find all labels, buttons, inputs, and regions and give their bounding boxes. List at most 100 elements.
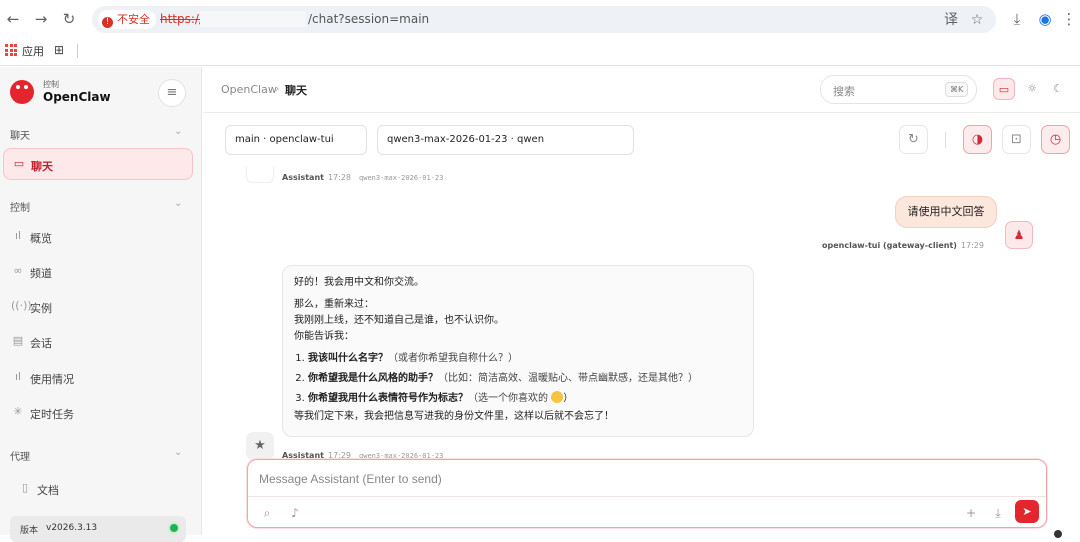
browser-menu-icon[interactable]: ⋮ — [1058, 8, 1080, 30]
history-button[interactable]: ◷ — [1041, 125, 1070, 154]
security-indicator[interactable]: ! 不安全 — [98, 10, 156, 29]
chat-icon: ▭ — [13, 157, 25, 170]
refresh-icon: ↻ — [908, 132, 919, 147]
moon-icon[interactable]: ☾ — [1047, 78, 1069, 100]
security-label: 不安全 — [117, 13, 150, 26]
focus-mode-button[interactable]: ⊡ — [1002, 125, 1031, 154]
clock-icon: ◷ — [1049, 132, 1062, 147]
sidebar-item-instances[interactable]: ((·)) 实例 — [3, 291, 193, 323]
url-path: /chat?session=main — [308, 12, 430, 26]
user-icon: ♟ — [1013, 228, 1025, 242]
refresh-button[interactable]: ↻ — [899, 125, 928, 154]
sidebar-item-docs[interactable]: ▯ 文档 — [10, 473, 200, 505]
monitor-icon[interactable]: ▭ — [993, 78, 1015, 100]
star-icon: ★ — [254, 438, 266, 453]
message-input[interactable] — [259, 471, 959, 487]
toolbar-divider — [945, 132, 946, 148]
section-chat[interactable]: 聊天 — [10, 127, 30, 142]
list-item: 你希望我用什么表情符号作为标志？（选一个你喜欢的 ） — [308, 389, 742, 409]
sidebar-item-label: 频道 — [30, 267, 52, 280]
sidebar-item-channels[interactable]: ∞ 频道 — [3, 256, 193, 288]
export-icon[interactable]: ⤓ — [988, 503, 1008, 523]
sidebar-item-usage[interactable]: ıl 使用情况 — [3, 362, 193, 394]
sun-icon[interactable]: ☼ — [1021, 78, 1043, 100]
sidebar: 控制 OpenClaw ≡ 聊天 ⌄ ▭ 聊天 控制 ⌄ ıl 概览 ∞ 频道 … — [0, 67, 202, 542]
sidebar-item-chat[interactable]: ▭ 聊天 — [3, 148, 193, 180]
version-label: 版本 — [20, 526, 39, 536]
bar-chart-icon: ıl — [14, 229, 22, 242]
version-badge: 版本 v2026.3.13 — [10, 516, 186, 542]
bookmark-star-icon[interactable]: ☆ — [966, 9, 988, 31]
sidebar-item-cron[interactable]: ✳ 定时任务 — [3, 397, 193, 429]
send-button[interactable]: ➤ — [1015, 500, 1039, 523]
section-agent[interactable]: 代理 — [10, 448, 30, 463]
status-online-dot — [170, 524, 178, 532]
document-icon: ▤ — [12, 334, 24, 347]
url-scheme: https:// — [160, 12, 204, 26]
sidebar-toggle-button[interactable]: ≡ — [158, 79, 186, 107]
user-message-bubble: 请使用中文回答 — [895, 196, 997, 228]
attach-icon[interactable]: ⌕ — [257, 503, 277, 523]
composer-divider — [248, 496, 1046, 497]
microphone-icon[interactable]: ♪ — [285, 503, 305, 523]
question-list: 我该叫什么名字？（或者你希望我自称什么？） 你希望我是什么风格的助手？（比如：简… — [308, 349, 742, 409]
message-paragraph: 等我们定下来，我会把信息写进我的身份文件里，这样以后就不会忘了！ — [294, 411, 614, 422]
user-avatar: ♟ — [1005, 221, 1033, 249]
session-select[interactable]: main · openclaw-tui — [225, 125, 367, 155]
forward-icon[interactable]: → — [30, 8, 52, 30]
smile-emoji-icon — [551, 391, 564, 403]
search-input[interactable]: 搜索 ⌘K — [820, 75, 977, 104]
book-icon: ▯ — [21, 481, 29, 494]
message-sender: openclaw-tui (gateway-client) — [822, 241, 957, 250]
message-paragraph: 你能告诉我： — [294, 331, 354, 342]
sidebar-item-label: 会话 — [30, 337, 52, 350]
reload-icon[interactable]: ↻ — [58, 8, 80, 30]
apps-bookmark[interactable]: 应用 — [22, 43, 44, 59]
chevron-down-icon[interactable]: ⌄ — [174, 447, 182, 458]
apps-grid-icon[interactable] — [5, 44, 17, 56]
message-meta: openclaw-tui (gateway-client) 17:29 — [822, 241, 984, 250]
chevron-down-icon[interactable]: ⌄ — [174, 126, 182, 137]
brand-name: OpenClaw — [43, 90, 111, 104]
message-paragraph: 那么，重新来过： — [294, 299, 374, 310]
message-model: qwen3-max-2026-01-23 — [359, 174, 444, 182]
address-bar[interactable]: ! 不安全 https:// /chat?session=main 译 ☆ — [92, 6, 996, 33]
download-icon[interactable]: ⤓ — [1006, 8, 1028, 30]
browser-chrome: ← → ↻ ! 不安全 https:// /chat?session=main 译… — [0, 0, 1080, 66]
sidebar-item-label: 概览 — [30, 232, 52, 245]
openclaw-logo-icon — [10, 80, 34, 104]
list-item-title: 我该叫什么名字？ — [308, 353, 388, 364]
send-icon: ➤ — [1022, 505, 1032, 518]
loader-icon: ✳ — [13, 405, 23, 418]
brand-subtitle: 控制 — [43, 80, 59, 89]
breadcrumb-root[interactable]: OpenClaw — [221, 83, 277, 96]
link-icon: ∞ — [13, 264, 23, 277]
tab-groups-icon[interactable]: ⊞ — [54, 43, 64, 57]
model-select[interactable]: qwen3-max-2026-01-23 · qwen — [377, 125, 634, 155]
sidebar-item-sessions[interactable]: ▤ 会话 — [3, 326, 193, 358]
translate-icon[interactable]: 译 — [940, 9, 962, 31]
list-item-title: 你希望我是什么风格的助手？ — [308, 373, 438, 384]
breadcrumb-current: 聊天 — [285, 84, 307, 97]
chevron-down-icon[interactable]: ⌄ — [174, 198, 182, 209]
corner-indicator — [1054, 530, 1062, 538]
bookmarks-divider — [77, 44, 78, 58]
sidebar-item-overview[interactable]: ıl 概览 — [3, 221, 193, 253]
message-time: 17:28 — [327, 173, 352, 182]
profile-icon[interactable]: ◉ — [1034, 8, 1056, 30]
plus-icon[interactable]: + — [961, 503, 981, 523]
sidebar-item-label: 定时任务 — [30, 408, 74, 421]
theme-switcher: ▭ ☼ ☾ — [989, 75, 1075, 104]
list-item-note: （或者你希望我自称什么？） — [388, 353, 518, 364]
previous-message-edge — [246, 167, 274, 183]
bar-chart-icon: ıl — [14, 370, 22, 383]
back-icon[interactable]: ← — [2, 8, 24, 30]
section-control[interactable]: 控制 — [10, 199, 30, 214]
assistant-message-bubble: 好的！我会用中文和你交流。 那么，重新来过： 我刚刚上线，还不知道自己是谁，也不… — [282, 265, 754, 437]
message-composer: ⌕ ♪ + ⤓ ➤ — [247, 459, 1047, 528]
sidebar-item-label: 使用情况 — [30, 373, 74, 386]
message-paragraph: 好的！我会用中文和你交流。 — [294, 277, 424, 288]
thinking-toggle-button[interactable]: ◑ — [963, 125, 992, 154]
sidebar-item-label: 实例 — [30, 302, 52, 315]
message-meta: Assistant 17:28 qwen3-max-2026-01-23 — [282, 173, 443, 182]
